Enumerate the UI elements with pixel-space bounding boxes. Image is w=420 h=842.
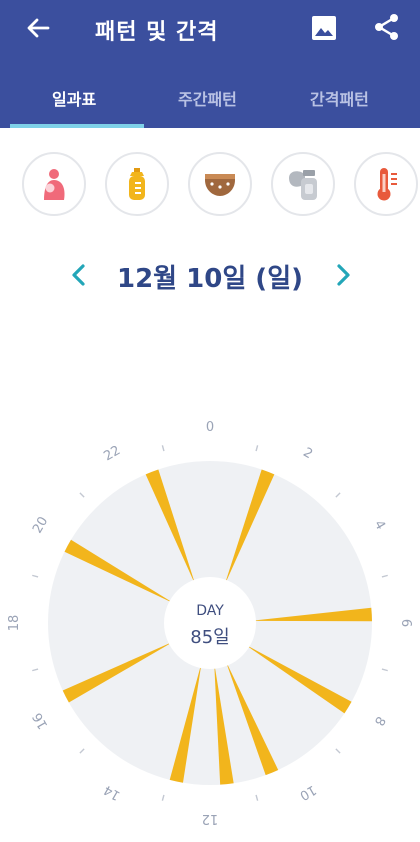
hour-tick	[32, 574, 39, 578]
arrow-left-icon[interactable]	[22, 12, 54, 44]
temperature-filter-button[interactable]	[354, 152, 418, 216]
day-count: 85일	[190, 627, 229, 648]
hour-tick	[79, 748, 85, 754]
hour-label-14: 14	[101, 782, 123, 803]
clock-chart-svg: 0 2 4 6 8 10 12 14 16 18 20 22 DAY 85일	[7, 420, 413, 826]
daily-clock-chart: 0 2 4 6 8 10 12 14 16 18 20 22 DAY 85일	[0, 420, 420, 838]
activity-filter-row	[0, 152, 420, 218]
page-title: 패턴 및 간격	[95, 20, 219, 45]
bottle-filter-button[interactable]	[105, 152, 169, 216]
breastfeeding-filter-button[interactable]	[22, 152, 86, 216]
hour-label-0: 0	[206, 420, 214, 435]
hour-tick	[381, 668, 388, 672]
hour-label-18: 18	[7, 615, 22, 632]
hour-label-10: 10	[297, 782, 319, 803]
top-toolbar: 패턴 및 간격	[0, 0, 420, 56]
hour-label-16: 16	[30, 710, 51, 732]
hour-label-2: 2	[300, 445, 315, 462]
tab-daily-schedule[interactable]: 일과표	[52, 86, 96, 110]
hour-label-8: 8	[371, 713, 388, 728]
breastfeeding-icon	[44, 169, 65, 200]
breast-pump-icon	[289, 170, 317, 200]
hour-tick	[335, 492, 341, 498]
hour-label-22: 22	[101, 443, 123, 464]
hour-tick	[161, 445, 165, 452]
hour-label-20: 20	[30, 514, 51, 536]
active-tab-indicator	[10, 124, 144, 128]
thermometer-icon	[377, 168, 397, 201]
breast-pump-filter-button[interactable]	[271, 152, 335, 216]
hour-label-12: 12	[202, 811, 219, 826]
day-caption: DAY	[196, 603, 224, 619]
chevron-right-icon[interactable]	[328, 260, 358, 290]
hour-tick	[161, 794, 165, 801]
tab-bar: 일과표 주간패턴 간격패턴	[0, 72, 420, 128]
clock-center-hub	[164, 577, 256, 669]
hour-label-6: 6	[398, 619, 413, 627]
image-icon[interactable]	[310, 14, 338, 42]
hour-tick	[255, 794, 259, 801]
diaper-filter-button[interactable]	[188, 152, 252, 216]
tab-weekly-pattern[interactable]: 주간패턴	[178, 86, 237, 110]
diaper-icon	[205, 174, 235, 196]
hour-tick	[79, 492, 85, 498]
date-navigator: 12월 10일 (일)	[0, 256, 420, 296]
share-icon[interactable]	[372, 12, 402, 42]
bottle-icon	[129, 168, 145, 200]
hour-tick	[335, 748, 341, 754]
hour-tick	[255, 445, 259, 452]
hour-tick	[381, 574, 388, 578]
hour-tick	[32, 668, 39, 672]
tab-interval-pattern[interactable]: 간격패턴	[310, 86, 369, 110]
hour-label-4: 4	[371, 518, 388, 533]
